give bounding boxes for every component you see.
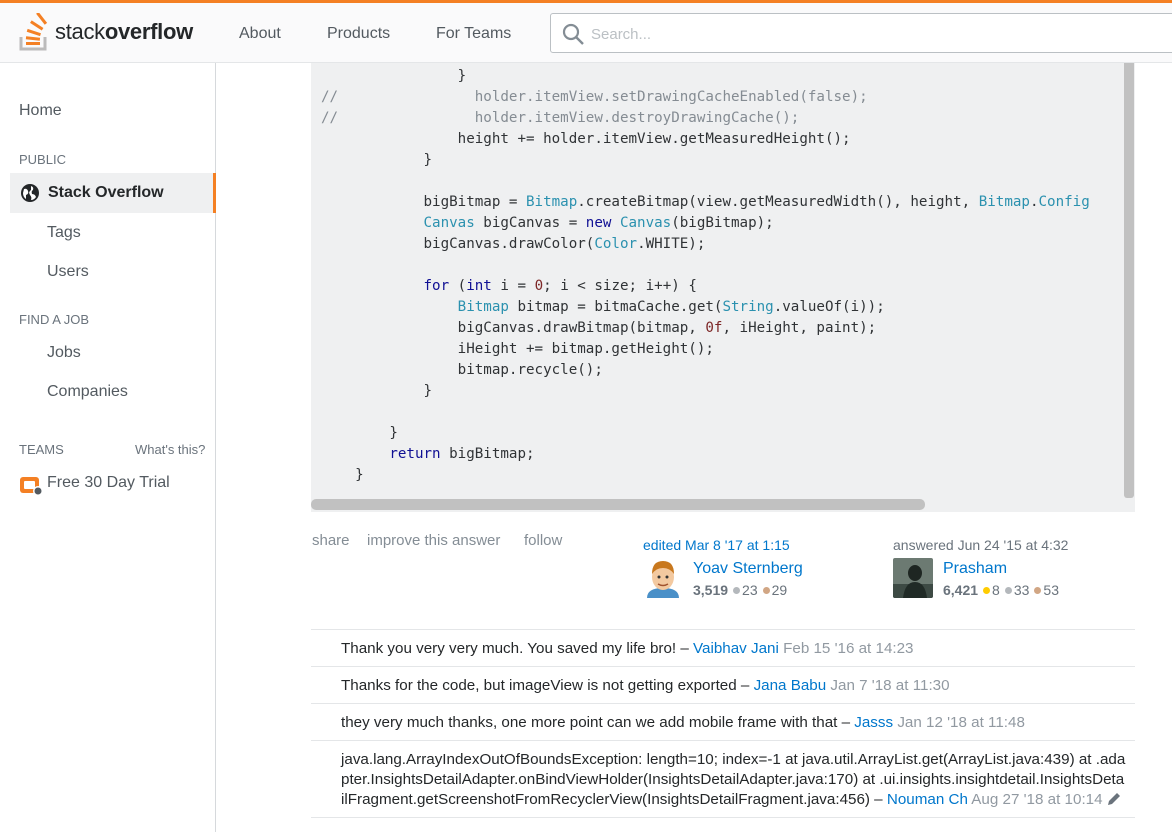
sidebar-heading-public: PUBLIC: [19, 152, 66, 167]
editor-avatar[interactable]: [643, 558, 683, 598]
sidebar-item-stack-overflow[interactable]: Stack Overflow: [10, 173, 216, 213]
comment-date[interactable]: Jan 12 '18 at 11:48: [897, 714, 1025, 731]
code-content: } // holder.itemView.setDrawingCacheEnab…: [321, 68, 1090, 483]
sidebar-item-tags[interactable]: Tags: [47, 224, 81, 242]
nav-products[interactable]: Products: [327, 25, 390, 43]
stack-logo-icon: [19, 13, 48, 51]
nav-about[interactable]: About: [239, 25, 281, 43]
comment: java.lang.ArrayIndexOutOfBoundsException…: [311, 741, 1135, 818]
editor-avatar-image: [643, 558, 683, 598]
comment: Thank you very very much. You saved my l…: [311, 630, 1135, 667]
comments-list: Thank you very very much. You saved my l…: [311, 629, 1135, 818]
left-sidebar: Home PUBLIC Stack Overflow Tags Users FI…: [0, 63, 216, 832]
whats-this-link[interactable]: What's this?: [135, 442, 205, 457]
code-block: } // holder.itemView.setDrawingCacheEnab…: [311, 63, 1135, 512]
sidebar-item-home[interactable]: Home: [19, 102, 62, 120]
comment: they very much thanks, one more point ca…: [311, 704, 1135, 741]
pencil-icon[interactable]: [1107, 792, 1121, 806]
answered-timestamp[interactable]: answered Jun 24 '15 at 4:32: [893, 537, 1068, 553]
follow-link[interactable]: follow: [524, 532, 562, 549]
answerer-avatar-image: [893, 558, 933, 598]
logo-wordmark: stackoverflow: [55, 19, 193, 44]
answerer-name-link[interactable]: Prasham: [943, 560, 1007, 578]
search-input[interactable]: [591, 23, 1151, 45]
code-vertical-scrollbar[interactable]: [1124, 63, 1134, 498]
sidebar-item-jobs[interactable]: Jobs: [47, 344, 81, 362]
search-icon: [562, 23, 584, 45]
stackoverflow-logo[interactable]: stackoverflow: [19, 11, 193, 53]
comment-user-link[interactable]: Vaibhav Jani: [693, 640, 779, 657]
sidebar-item-free-trial[interactable]: Free 30 Day Trial: [47, 474, 170, 492]
sidebar-item-label: Stack Overflow: [48, 184, 164, 201]
comment-date[interactable]: Jan 7 '18 at 11:30: [830, 677, 949, 694]
sidebar-heading-find-a-job: FIND A JOB: [19, 312, 90, 327]
answerer-avatar[interactable]: [893, 558, 933, 598]
code-horizontal-scrollbar[interactable]: [311, 499, 925, 510]
comment-user-link[interactable]: Jana Babu: [754, 677, 827, 694]
editor-reputation: 3,519 23 29: [693, 582, 788, 598]
sidebar-heading-teams: TEAMS: [19, 442, 64, 457]
comment: Thanks for the code, but imageView is no…: [311, 667, 1135, 704]
comment-text: Thank you very very much. You saved my l…: [341, 640, 694, 657]
answerer-reputation: 6,421 8 33 53: [943, 582, 1059, 598]
comment-date[interactable]: Feb 15 '16 at 14:23: [783, 640, 913, 657]
sidebar-item-users[interactable]: Users: [47, 263, 89, 281]
editor-name-link[interactable]: Yoav Sternberg: [693, 560, 803, 578]
briefcase-icon: [20, 477, 43, 496]
sidebar-item-companies[interactable]: Companies: [47, 383, 128, 401]
globe-icon: [21, 184, 39, 202]
comment-user-link[interactable]: Nouman Ch: [887, 791, 968, 808]
search-box: [550, 13, 1172, 53]
comment-text: Thanks for the code, but imageView is no…: [341, 677, 754, 694]
top-bar: stackoverflow About Products For Teams: [0, 0, 1172, 63]
improve-answer-link[interactable]: improve this answer: [367, 532, 500, 549]
comment-user-link[interactable]: Jasss: [854, 714, 893, 731]
comment-date[interactable]: Aug 27 '18 at 10:14: [971, 791, 1102, 808]
comment-text: they very much thanks, one more point ca…: [341, 714, 855, 731]
nav-for-teams[interactable]: For Teams: [436, 25, 511, 43]
share-link[interactable]: share: [312, 532, 350, 549]
edited-timestamp-link[interactable]: edited Mar 8 '17 at 1:15: [643, 537, 790, 553]
